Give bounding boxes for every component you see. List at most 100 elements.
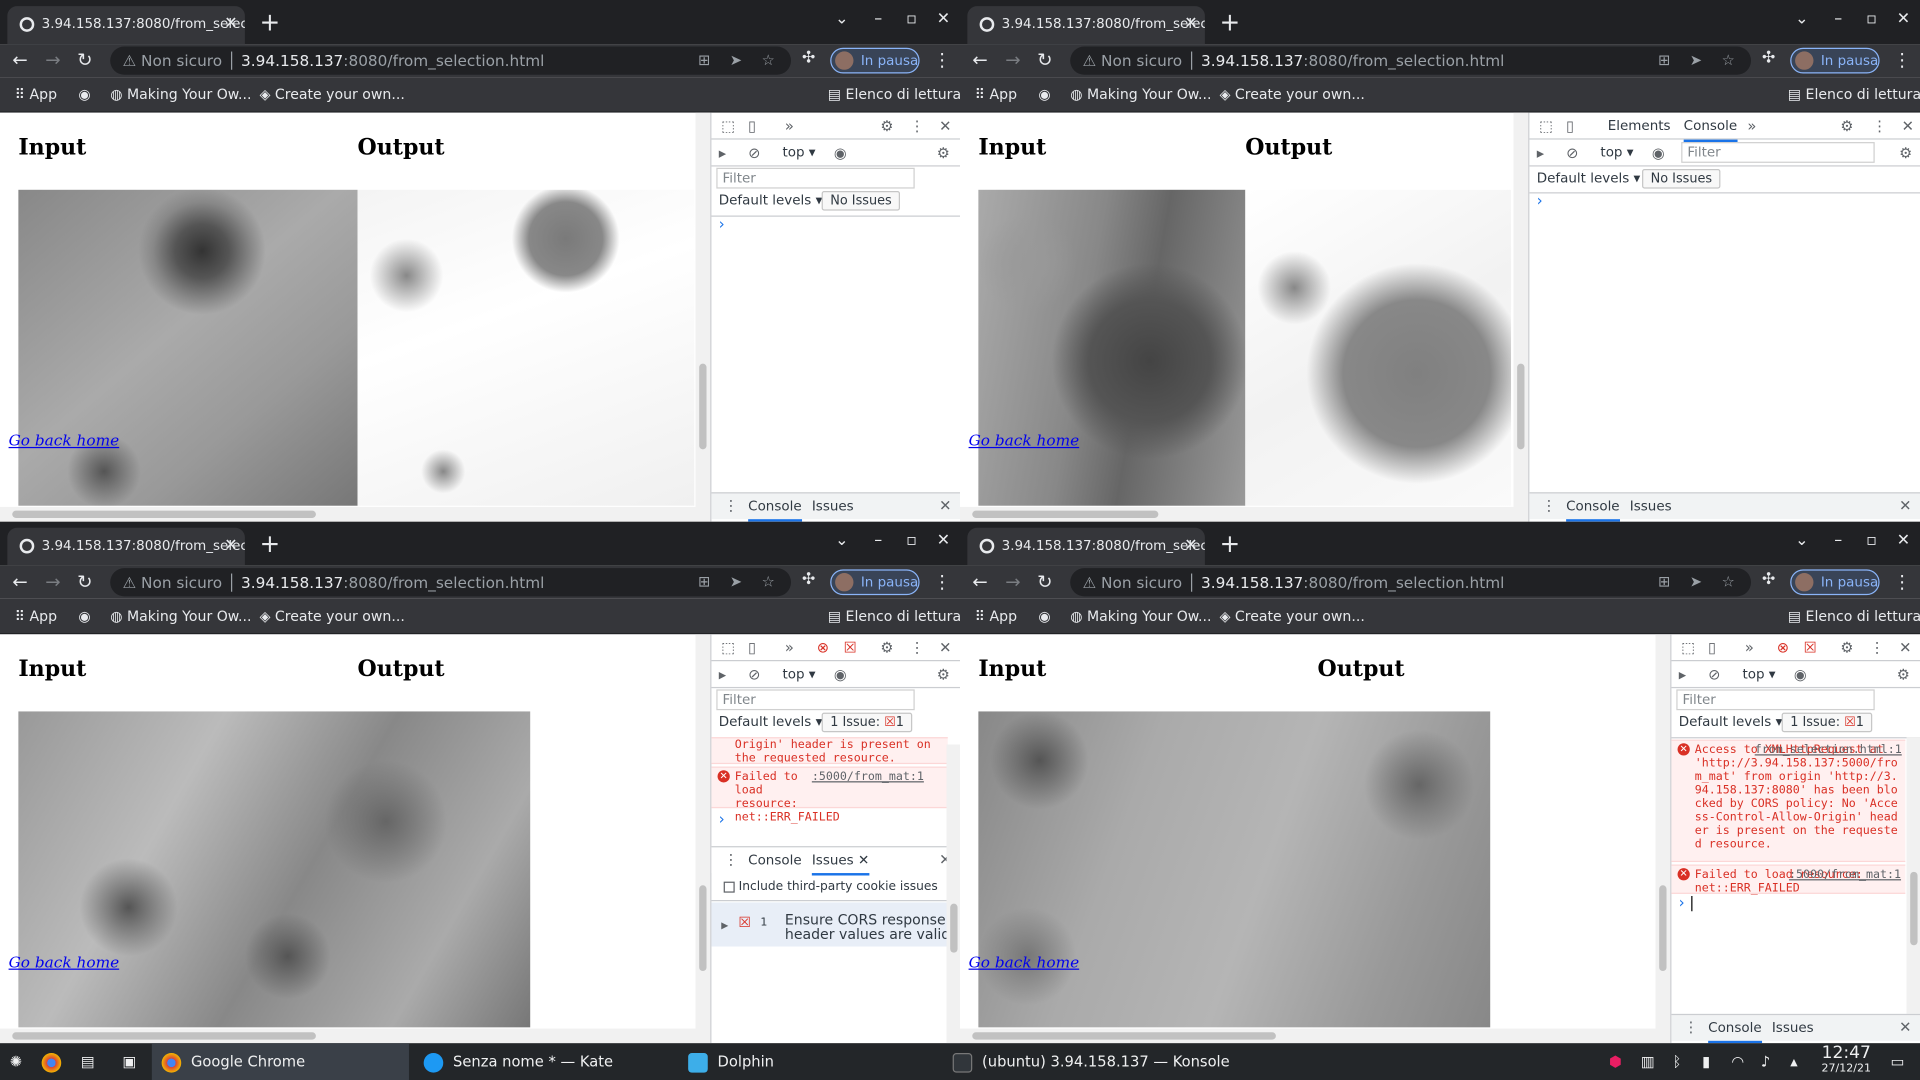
- more-tabs-icon[interactable]: »: [785, 634, 794, 661]
- extensions-icon[interactable]: ✣: [802, 571, 815, 589]
- scroll-thumb[interactable]: [1517, 363, 1525, 450]
- close-drawer-icon[interactable]: ✕: [1899, 493, 1911, 519]
- tray-app-icon[interactable]: ⬢: [1609, 1043, 1622, 1080]
- tab-search-icon[interactable]: ⌄: [835, 531, 848, 549]
- bookmark-apps[interactable]: ⠿ App: [975, 599, 1017, 633]
- translate-icon[interactable]: ⊞: [698, 568, 710, 596]
- star-icon[interactable]: ☆: [762, 568, 775, 596]
- drawer-tab-issues[interactable]: Issues ✕: [811, 847, 870, 876]
- scroll-thumb[interactable]: [699, 363, 707, 450]
- github-icon[interactable]: ◉: [78, 599, 90, 633]
- new-tab-button[interactable]: +: [260, 7, 281, 36]
- inspect-icon[interactable]: ⬚: [1681, 634, 1695, 661]
- bookmark-apps[interactable]: ⠿ App: [975, 77, 1017, 111]
- store-pinned-icon[interactable]: ▣: [122, 1043, 136, 1080]
- drawer-tab-issues[interactable]: Issues: [812, 493, 854, 519]
- clipboard-icon[interactable]: ▥: [1641, 1043, 1655, 1080]
- clock[interactable]: 12:47 27/12/21: [1822, 1044, 1871, 1078]
- scroll-thumb[interactable]: [972, 510, 1159, 518]
- scroll-thumb[interactable]: [12, 1032, 316, 1040]
- go-back-home-link[interactable]: Go back home: [969, 431, 1080, 449]
- bookmark-create[interactable]: ◈ Create your own...: [260, 599, 405, 633]
- tab-close-button[interactable]: ✕: [1184, 528, 1197, 564]
- close-window-button[interactable]: ✕: [937, 531, 950, 549]
- browser-tab[interactable]: 3.94.158.137:8080/from_selec ✕: [7, 527, 245, 566]
- context-select[interactable]: top ▾: [782, 661, 815, 688]
- profile-button[interactable]: In pausa: [830, 47, 920, 74]
- vertical-scrollbar[interactable]: [695, 112, 711, 522]
- default-levels-dropdown[interactable]: Default levels ▾: [719, 713, 823, 733]
- show-desktop-icon[interactable]: ▭: [1891, 1043, 1905, 1080]
- extensions-icon[interactable]: ✣: [1762, 49, 1775, 67]
- battery-icon[interactable]: ▮: [1702, 1043, 1710, 1080]
- star-icon[interactable]: ☆: [1722, 47, 1735, 75]
- horizontal-scrollbar[interactable]: [960, 1028, 1656, 1044]
- bookmark-making[interactable]: ◍ Making Your Ow...: [1070, 77, 1211, 111]
- scroll-thumb[interactable]: [699, 885, 707, 972]
- reading-list[interactable]: ▤ Elenco di lettura: [1788, 599, 1920, 633]
- reload-icon[interactable]: ↻: [1037, 571, 1052, 593]
- third-party-checkbox[interactable]: [723, 881, 735, 893]
- back-arrow-icon[interactable]: ←: [972, 571, 987, 593]
- maximize-button[interactable]: ▫: [1866, 531, 1877, 549]
- filter-input[interactable]: Filter: [716, 689, 915, 711]
- vertical-scrollbar[interactable]: [1655, 634, 1671, 1044]
- bookmark-create[interactable]: ◈ Create your own...: [260, 77, 405, 111]
- clear-console-icon[interactable]: ⊘: [748, 661, 760, 688]
- drawer-tab-issues[interactable]: Issues: [1772, 1015, 1814, 1041]
- forward-arrow-icon[interactable]: →: [45, 571, 60, 593]
- star-icon[interactable]: ☆: [1722, 568, 1735, 596]
- scroll-thumb[interactable]: [972, 1032, 1276, 1040]
- eye-icon[interactable]: ◉: [834, 661, 847, 688]
- console-prompt[interactable]: › |: [1679, 894, 1695, 911]
- vertical-scrollbar[interactable]: [695, 634, 711, 1044]
- minimize-button[interactable]: –: [1834, 531, 1842, 549]
- drawer-menu-icon[interactable]: ⋮: [1542, 493, 1557, 519]
- menu-icon[interactable]: ⋮: [1893, 571, 1911, 593]
- forward-arrow-icon[interactable]: →: [1005, 49, 1020, 71]
- drawer-menu-icon[interactable]: ⋮: [724, 847, 739, 873]
- drawer-tab-console[interactable]: Console: [748, 493, 802, 522]
- issues-count-button[interactable]: 1 Issue: ☒1: [821, 712, 913, 733]
- bookmark-create[interactable]: ◈ Create your own...: [1220, 599, 1365, 633]
- close-window-button[interactable]: ✕: [1897, 531, 1910, 549]
- bookmark-making[interactable]: ◍ Making Your Ow...: [110, 599, 251, 633]
- close-window-button[interactable]: ✕: [1897, 10, 1910, 28]
- reload-icon[interactable]: ↻: [77, 49, 92, 71]
- translate-icon[interactable]: ⊞: [698, 47, 710, 75]
- error-badge-icon[interactable]: ⊗: [817, 634, 829, 661]
- console-scrollbar[interactable]: [1906, 737, 1920, 1014]
- close-drawer-icon[interactable]: ✕: [939, 493, 951, 519]
- extensions-icon[interactable]: ✣: [1762, 571, 1775, 589]
- close-devtools-icon[interactable]: ✕: [939, 113, 951, 140]
- eye-icon[interactable]: ◉: [834, 140, 847, 167]
- minimize-button[interactable]: –: [874, 531, 882, 549]
- horizontal-scrollbar[interactable]: [960, 506, 1514, 522]
- taskbar-task-chrome[interactable]: Google Chrome: [151, 1043, 409, 1080]
- tab-console[interactable]: Console: [1683, 113, 1738, 143]
- wifi-icon[interactable]: ◠: [1731, 1043, 1744, 1080]
- kebab-icon[interactable]: ⋮: [1870, 634, 1885, 661]
- issues-count-button[interactable]: 1 Issue: ☒1: [1781, 712, 1873, 733]
- go-back-home-link[interactable]: Go back home: [9, 431, 120, 449]
- minimize-button[interactable]: –: [1834, 10, 1842, 28]
- close-window-button[interactable]: ✕: [937, 10, 950, 28]
- scroll-thumb[interactable]: [950, 903, 958, 953]
- more-tabs-icon[interactable]: »: [785, 113, 794, 140]
- context-select[interactable]: top ▾: [1600, 140, 1633, 167]
- reading-list[interactable]: ▤ Elenco di lettura: [1788, 77, 1920, 111]
- tray-expand-icon[interactable]: ▴: [1790, 1043, 1797, 1080]
- sidebar-icon[interactable]: ▸: [1679, 661, 1686, 688]
- clear-console-icon[interactable]: ⊘: [1566, 140, 1578, 167]
- context-select[interactable]: top ▾: [1742, 661, 1775, 688]
- go-back-home-link[interactable]: Go back home: [969, 953, 1080, 971]
- drawer-menu-icon[interactable]: ⋮: [724, 493, 739, 519]
- vertical-scrollbar[interactable]: [1513, 112, 1529, 522]
- tab-search-icon[interactable]: ⌄: [1795, 10, 1808, 28]
- maximize-button[interactable]: ▫: [906, 531, 917, 549]
- reading-list[interactable]: ▤ Elenco di lettura: [828, 77, 960, 111]
- console-settings-icon[interactable]: ⚙: [1899, 140, 1912, 167]
- expand-arrow-icon[interactable]: ▸: [721, 917, 728, 932]
- default-levels-dropdown[interactable]: Default levels ▾: [1679, 713, 1783, 733]
- browser-tab[interactable]: 3.94.158.137:8080/from_selec ✕: [967, 527, 1205, 566]
